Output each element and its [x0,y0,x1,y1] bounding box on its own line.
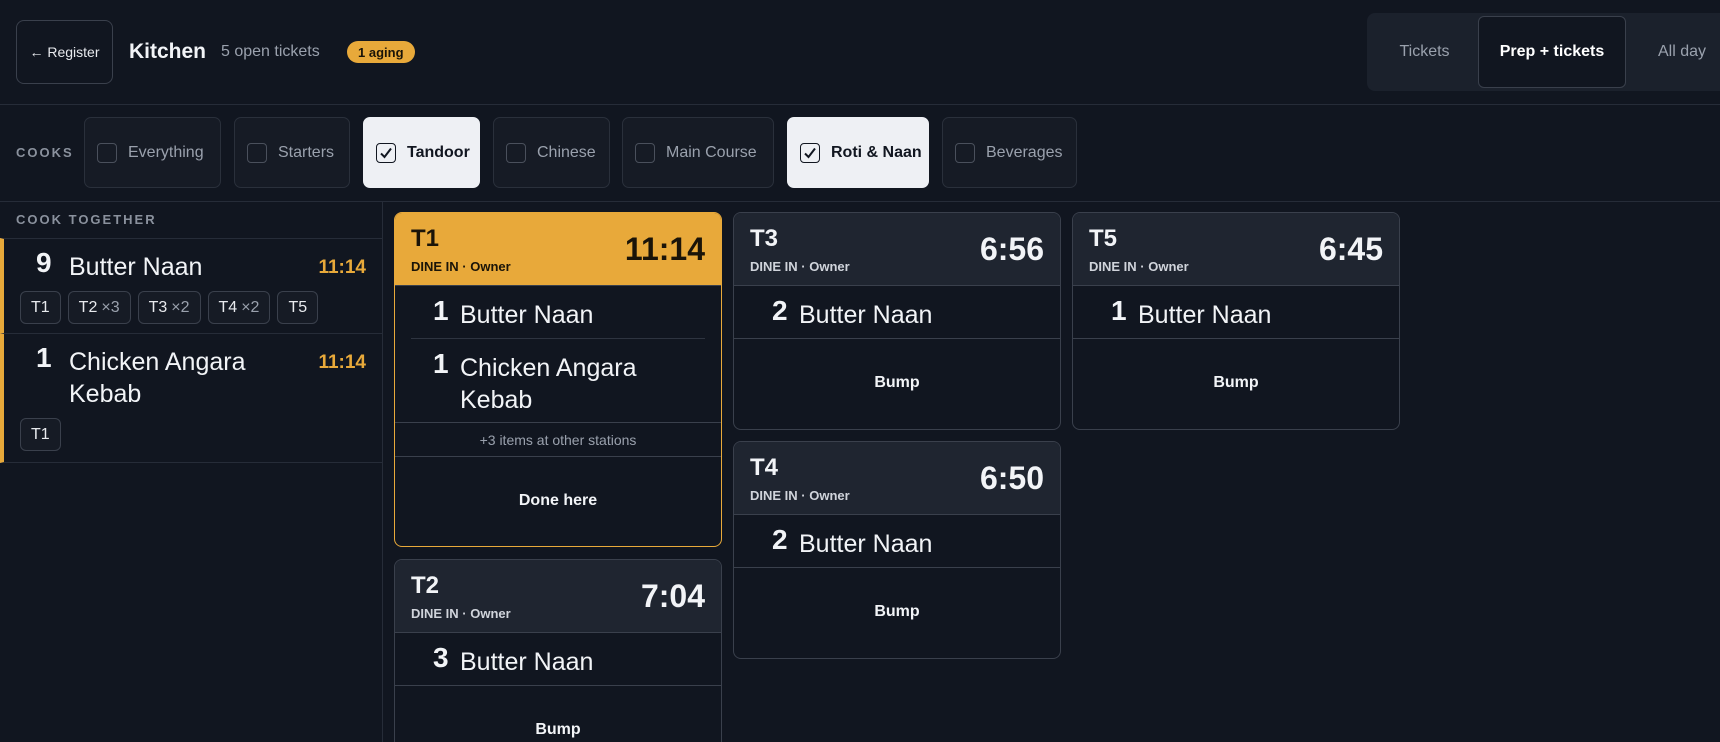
station-filter-bar: COOKS Everything Starters Tandoor Chines… [0,105,1720,202]
chip-label: Beverages [986,143,1063,161]
ticket-meta: DINE IN · Owner [750,488,850,503]
aggregate-item[interactable]: 1 Chicken Angara Kebab 11:14 T1 [0,333,382,463]
ticket-tags: T1 T2 ×3 T3 ×2 T4 ×2 T5 [20,291,319,324]
ticket-timer: 6:45 [1318,231,1383,267]
cooks-label: COOKS [16,145,74,160]
other-stations-note: +3 items at other stations [395,423,721,457]
ticket-meta: DINE IN · Owner [750,259,850,274]
ticket-meta: DINE IN · Owner [411,259,511,274]
ticket-item[interactable]: 3 Butter Naan [395,633,721,686]
ticket-card-t3: T3 DINE IN · Owner 6:56 2 Butter Naan Bu… [733,212,1061,430]
station-chip-beverages[interactable]: Beverages [942,117,1077,188]
chip-label: Chinese [537,143,596,161]
checkbox-icon [955,142,975,163]
ticket-header: T3 DINE IN · Owner 6:56 [734,213,1060,286]
ticket-tag[interactable]: T4 ×2 [207,291,271,324]
item-qty: 2 [772,524,788,555]
ticket-tag[interactable]: T5 [277,291,319,324]
page-title: Kitchen [129,40,207,63]
bump-button[interactable]: Bump [734,568,1060,656]
ticket-tag[interactable]: T2 ×3 [67,291,131,324]
ticket-item[interactable]: 2 Butter Naan [734,286,1060,339]
checkbox-icon [635,142,655,163]
station-chip-chinese[interactable]: Chinese [493,117,610,188]
bump-button[interactable]: Bump [395,686,721,742]
ticket-timer: 6:56 [979,231,1044,267]
chip-label: Starters [278,143,335,161]
checkbox-icon [247,142,267,163]
aggregate-name: Butter Naan [69,253,203,281]
item-name: Butter Naan [1138,301,1272,329]
station-chip-roti-naan[interactable]: Roti & Naan [787,117,929,188]
ticket-header: T2 DINE IN · Owner 7:04 [395,560,721,633]
ticket-id: T1 [411,225,440,252]
ticket-header: T5 DINE IN · Owner 6:45 [1073,213,1399,286]
ticket-card-t5: T5 DINE IN · Owner 6:45 1 Butter Naan Bu… [1072,212,1400,430]
ticket-card-t4: T4 DINE IN · Owner 6:50 2 Butter Naan Bu… [733,441,1061,659]
cook-together-heading: COOK TOGETHER [16,212,157,227]
aggregate-time: 11:14 [318,257,366,278]
item-qty: 3 [433,642,449,673]
item-qty: 1 [433,295,449,326]
chip-label: Tandoor [407,143,470,161]
tab-all-day[interactable]: All day [1632,16,1720,88]
aggregate-name: Chicken Angara Kebab [69,348,246,408]
ticket-meta: DINE IN · Owner [411,606,511,621]
checkbox-icon [506,142,526,163]
ticket-tag[interactable]: T1 [20,291,61,324]
chip-label: Roti & Naan [831,143,922,161]
item-qty: 2 [772,295,788,326]
ticket-header: T1 DINE IN · Owner 11:14 [395,213,721,286]
cook-together-panel: COOK TOGETHER 9 Butter Naan 11:14 T1 T2 ×… [0,202,383,742]
ticket-card-t1: T1 DINE IN · Owner 11:14 1 Butter Naan 1… [394,212,722,547]
checkbox-icon [97,142,117,163]
ticket-card-t2: T2 DINE IN · Owner 7:04 3 Butter Naan Bu… [394,559,722,742]
checkmark-icon [376,142,396,163]
ticket-tag[interactable]: T1 [20,418,61,451]
aggregate-item[interactable]: 9 Butter Naan 11:14 T1 T2 ×3 T3 ×2 T4 ×2 T5 [0,238,382,334]
item-qty: 1 [1111,295,1127,326]
done-here-button[interactable]: Done here [395,457,721,545]
aging-badge: 1 aging [347,41,415,63]
station-chip-tandoor[interactable]: Tandoor [363,117,480,188]
item-name: Butter Naan [460,648,594,676]
tab-tickets[interactable]: Tickets [1367,16,1482,88]
ticket-item[interactable]: 1 Butter Naan [411,286,705,339]
ticket-item[interactable]: 1 Butter Naan [1073,286,1399,339]
bump-button[interactable]: Bump [1073,339,1399,427]
ticket-id: T4 [750,454,779,481]
aggregate-qty: 1 [36,342,52,373]
chip-label: Everything [128,143,204,161]
aggregate-qty: 9 [36,247,52,278]
open-tickets-count: 5 open tickets [221,43,320,60]
station-chip-starters[interactable]: Starters [234,117,350,188]
ticket-item[interactable]: 1 Chicken Angara Kebab [395,339,721,423]
bump-button[interactable]: Bump [734,339,1060,427]
ticket-id: T3 [750,225,779,252]
aggregate-time: 11:14 [318,352,366,373]
checkmark-icon [800,142,820,163]
ticket-timer: 11:14 [624,231,705,267]
item-name: Butter Naan [799,301,933,329]
station-chip-everything[interactable]: Everything [84,117,221,188]
item-name: Butter Naan [460,301,594,329]
top-bar: ← Register Kitchen 5 open tickets 1 agin… [0,0,1720,105]
item-qty: 1 [433,348,449,379]
chip-label: Main Course [666,143,757,161]
item-name: Chicken Angara Kebab [460,354,637,414]
item-name: Butter Naan [799,530,933,558]
view-tabs: Tickets Prep + tickets All day [1367,13,1720,91]
ticket-header: T4 DINE IN · Owner 6:50 [734,442,1060,515]
ticket-tag[interactable]: T3 ×2 [137,291,201,324]
ticket-tags: T1 [20,418,61,451]
ticket-id: T2 [411,572,440,599]
tab-prep-tickets[interactable]: Prep + tickets [1478,16,1626,88]
ticket-meta: DINE IN · Owner [1089,259,1189,274]
register-button[interactable]: ← Register [16,20,113,84]
ticket-timer: 6:50 [979,460,1044,496]
station-chip-main-course[interactable]: Main Course [622,117,774,188]
ticket-id: T5 [1089,225,1118,252]
ticket-item[interactable]: 2 Butter Naan [734,515,1060,568]
ticket-timer: 7:04 [640,578,705,614]
